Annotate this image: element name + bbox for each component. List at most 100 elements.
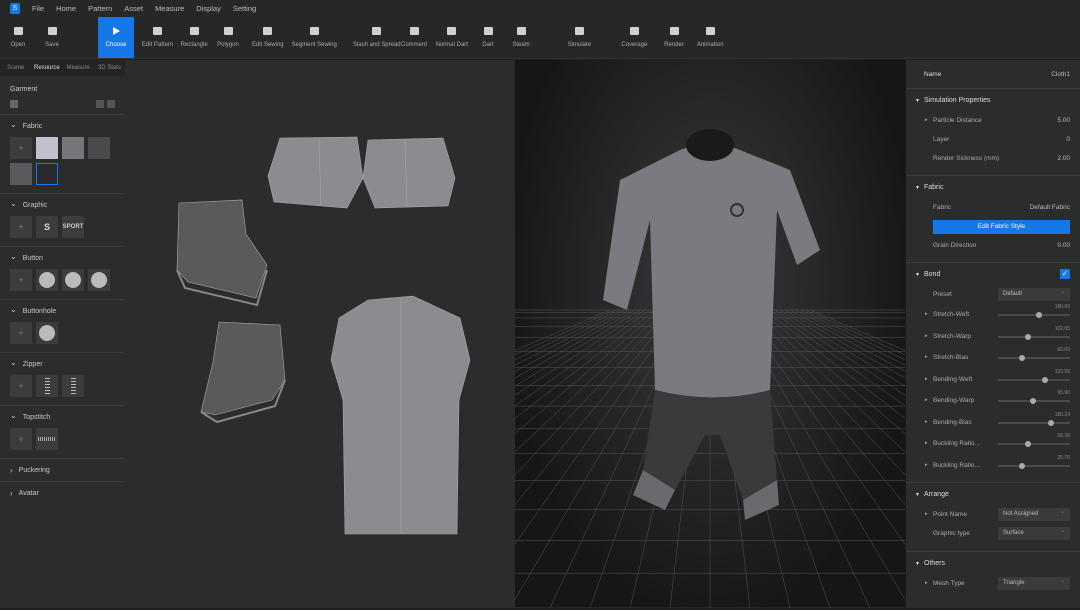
preset-select[interactable]: Default	[998, 286, 1070, 301]
tool-segment-sewing[interactable]: Segment Sewing	[289, 17, 339, 58]
add-button-button[interactable]: +	[10, 269, 32, 291]
fabric-value[interactable]: Default Fabric	[1030, 204, 1070, 211]
3d-viewport[interactable]	[515, 60, 905, 608]
menu-measure[interactable]: Measure	[155, 4, 184, 13]
swatch[interactable]	[36, 428, 58, 450]
menu-file[interactable]: File	[32, 4, 44, 13]
tool-animation[interactable]: Animation	[694, 17, 726, 58]
swatch[interactable]	[36, 137, 58, 159]
tool-edit-pattern[interactable]: Edit Pattern	[136, 17, 179, 58]
grain-direction-value[interactable]: 0.00	[1057, 242, 1070, 249]
swatch[interactable]	[62, 137, 84, 159]
graphic-logo[interactable]: S	[36, 216, 58, 238]
swatch[interactable]	[36, 375, 58, 397]
tool-rectangle[interactable]: Rectangle	[178, 17, 210, 58]
avatar-header[interactable]: Avatar	[10, 482, 115, 504]
slider-track[interactable]	[998, 312, 1070, 318]
add-graphic-button[interactable]: +	[10, 216, 32, 238]
bond-checkbox[interactable]: ✓	[1060, 269, 1070, 279]
tab-scene[interactable]: Scene	[0, 65, 31, 71]
tool-slash-and-spread[interactable]: Slash and Spread	[348, 17, 406, 58]
tool-dart[interactable]: Dart	[474, 17, 502, 58]
slider-handle[interactable]	[1030, 398, 1037, 404]
slider-track[interactable]	[998, 462, 1070, 469]
slider-handle[interactable]	[1018, 462, 1025, 469]
swatch[interactable]: SPORT	[62, 216, 84, 238]
swatch[interactable]	[62, 269, 84, 291]
slider-track[interactable]	[998, 419, 1070, 426]
particle-distance-value[interactable]: 5.00	[1057, 117, 1070, 124]
slider-handle[interactable]	[1018, 355, 1025, 361]
tool-choose[interactable]: Choose	[98, 17, 134, 58]
slider-track[interactable]	[998, 355, 1070, 361]
save-garment-icon[interactable]	[10, 100, 18, 108]
simulation-properties-header[interactable]: Simulation Properties	[906, 89, 1080, 111]
button-header[interactable]: Button	[10, 247, 115, 269]
slider-handle[interactable]	[1024, 441, 1031, 447]
tool-render[interactable]: Render	[660, 17, 688, 58]
add-fabric-button[interactable]: +	[10, 137, 32, 159]
swatch[interactable]	[88, 137, 110, 159]
slider-track[interactable]	[998, 376, 1070, 383]
fabric-header[interactable]: Fabric	[10, 115, 115, 137]
others-header[interactable]: Others	[906, 552, 1080, 574]
arrange-header[interactable]: Arrange	[906, 483, 1080, 505]
slider-track[interactable]	[998, 333, 1070, 340]
menu-home[interactable]: Home	[56, 4, 76, 13]
grain-direction-label: Grain Direction	[933, 242, 977, 249]
layer-value[interactable]: 0	[1066, 136, 1070, 143]
menu-display[interactable]: Display	[196, 4, 221, 13]
2d-pattern-window[interactable]	[125, 60, 515, 608]
slider-track[interactable]	[998, 398, 1070, 404]
swatch[interactable]	[62, 375, 84, 397]
slider-handle[interactable]	[1036, 312, 1043, 318]
slider-label: Stretch-Bias	[925, 354, 968, 361]
tool-polygon[interactable]: Polygon	[214, 17, 242, 58]
add-zipper-button[interactable]: +	[10, 375, 32, 397]
slider-track[interactable]	[998, 441, 1070, 447]
property-panel: Name Cloth1 Simulation Properties Particl…	[905, 60, 1080, 608]
swatch[interactable]	[36, 322, 58, 344]
add-topstitch-button[interactable]: +	[10, 428, 32, 450]
expand-icon[interactable]	[107, 100, 115, 108]
point-name-label: Point Name	[925, 511, 967, 518]
swatch[interactable]	[10, 163, 32, 185]
tool-open[interactable]: Open	[4, 17, 32, 58]
edit-fabric-style-button[interactable]: Edit Fabric Style	[933, 219, 1070, 234]
swatch[interactable]	[36, 163, 58, 185]
name-label: Name	[924, 70, 942, 78]
tool-steam[interactable]: Steam	[507, 17, 535, 58]
tool-save[interactable]: Save	[38, 17, 66, 58]
slider-handle[interactable]	[1048, 419, 1055, 426]
mesh-type-select[interactable]: Triangle	[998, 575, 1070, 590]
menu-asset[interactable]: Asset	[124, 4, 143, 13]
topstitch-header[interactable]: Topstitch	[10, 406, 115, 428]
point-name-select[interactable]: Not Assigned	[998, 506, 1070, 521]
tool-coverage[interactable]: Coverage	[620, 17, 649, 58]
swatch[interactable]	[88, 269, 110, 291]
tool-normal-dart[interactable]: Normal Dart	[432, 17, 472, 58]
graphic-header[interactable]: Graphic	[10, 194, 115, 216]
tool-comment[interactable]: Comment	[400, 17, 428, 58]
render-sickness-value[interactable]: 2.00	[1057, 155, 1070, 162]
menu-setting[interactable]: Setting	[233, 4, 256, 13]
graphic-type-select[interactable]: Surface	[998, 525, 1070, 540]
slider-label: Stretch-Weft	[925, 311, 969, 318]
puckering-header[interactable]: Puckering	[10, 459, 115, 481]
tool-simulate[interactable]: Simulate	[565, 17, 594, 58]
tab-resource[interactable]: Resource	[31, 65, 62, 71]
tab-measure[interactable]: Measure	[63, 65, 94, 71]
tool-edit-sewing[interactable]: Edit Sewing	[248, 17, 288, 58]
zipper-header[interactable]: Zipper	[10, 353, 115, 375]
tab-3d-stats[interactable]: 3D Stats	[94, 65, 125, 71]
slider-handle[interactable]	[1024, 333, 1031, 340]
buttonhole-header[interactable]: Buttonhole	[10, 300, 115, 322]
bond-header[interactable]: Bond	[924, 271, 940, 278]
fabric-header[interactable]: Fabric	[906, 176, 1080, 198]
menu-pattern[interactable]: Pattern	[88, 4, 112, 13]
swatch[interactable]	[36, 269, 58, 291]
name-value[interactable]: Cloth1	[1051, 71, 1070, 78]
slider-handle[interactable]	[1041, 376, 1048, 383]
add-buttonhole-button[interactable]: +	[10, 322, 32, 344]
collapse-icon[interactable]	[96, 100, 104, 108]
